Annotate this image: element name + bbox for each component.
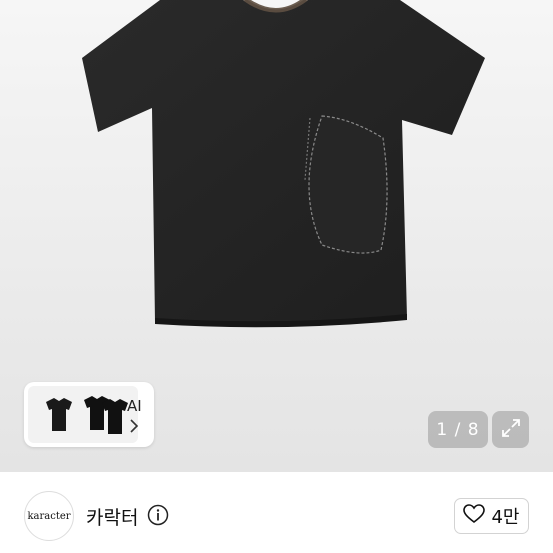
- seller-avatar[interactable]: karacter: [24, 491, 74, 541]
- seller-name[interactable]: 카락터: [86, 503, 138, 530]
- ai-label: AI: [127, 397, 142, 415]
- expand-button[interactable]: [492, 411, 529, 448]
- expand-icon: [500, 417, 522, 443]
- info-icon[interactable]: [147, 504, 169, 530]
- chevron-right-icon[interactable]: [129, 419, 139, 437]
- image-page-indicator: 1 / 8: [428, 411, 488, 448]
- like-button[interactable]: 4만: [454, 498, 529, 534]
- avatar-text: karacter: [27, 510, 71, 522]
- product-page: AI 1 / 8 karacter 카락터 4만: [0, 0, 553, 553]
- heart-outline-icon: [463, 504, 486, 528]
- thumbnail-image: [28, 386, 138, 443]
- like-count: 4만: [491, 507, 520, 528]
